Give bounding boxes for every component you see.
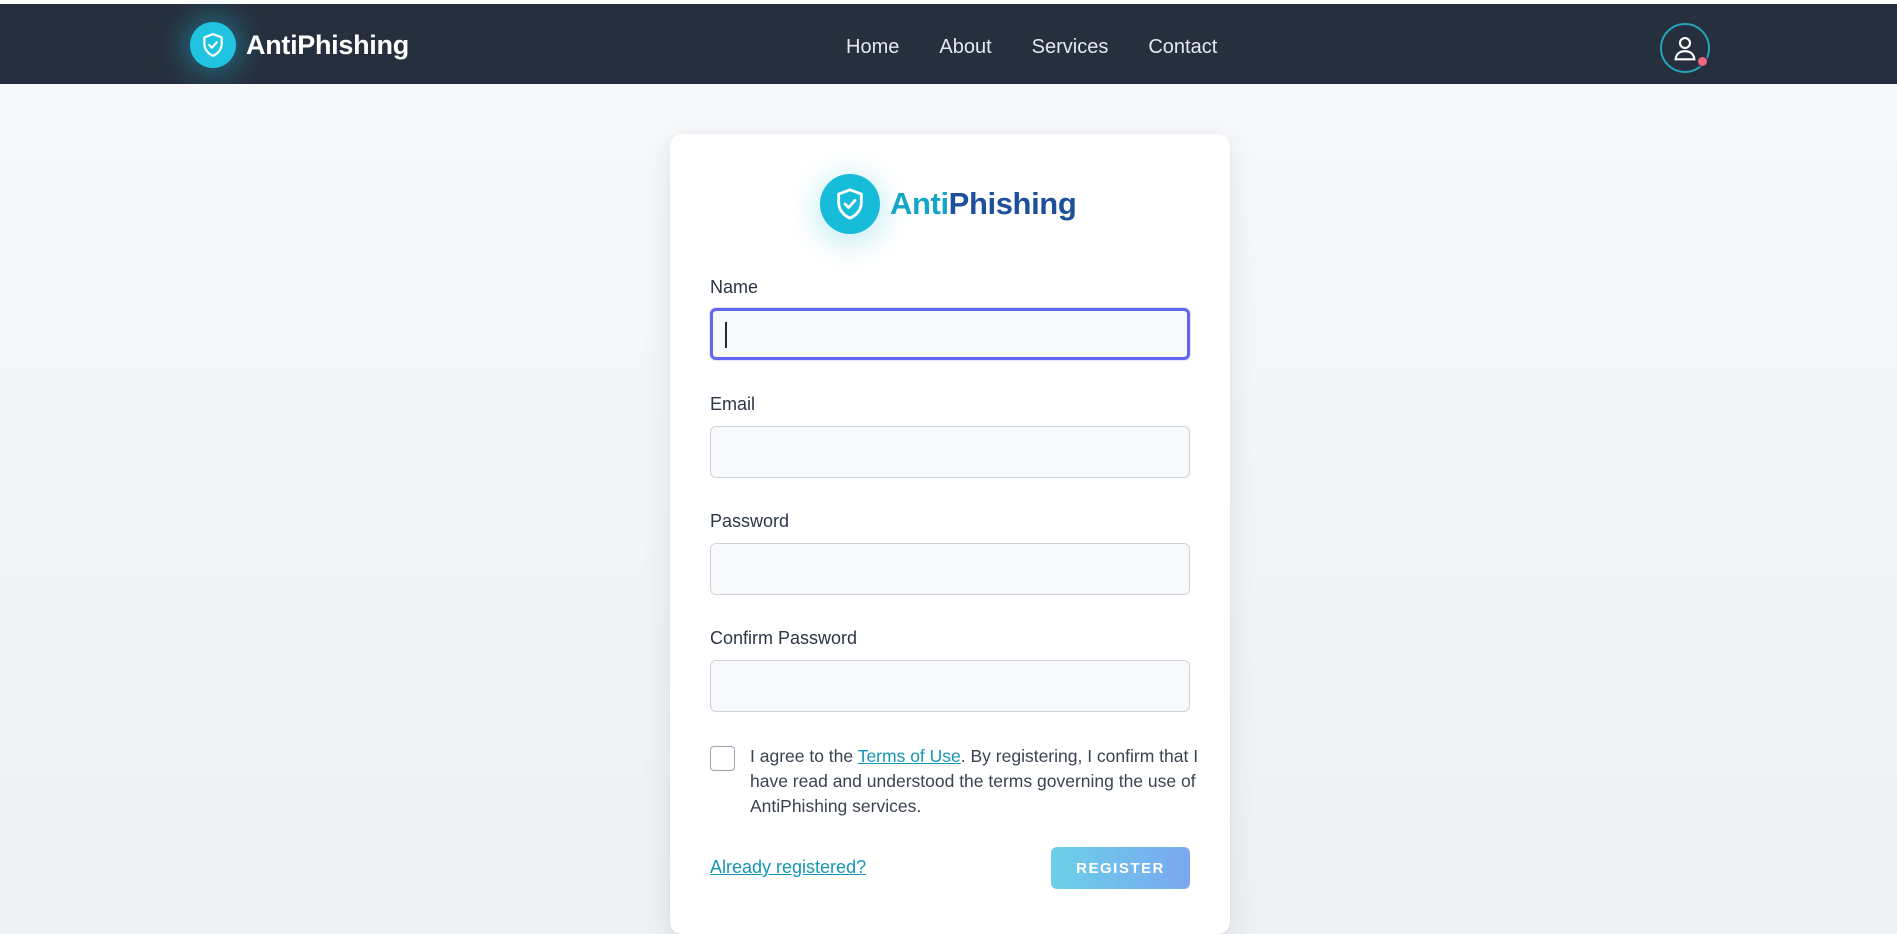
brand-name: AntiPhishing — [246, 29, 409, 60]
password-label: Password — [710, 511, 790, 531]
nav-services[interactable]: Services — [1032, 36, 1109, 59]
shield-check-icon — [190, 22, 236, 68]
nav-contact[interactable]: Contact — [1148, 36, 1217, 59]
email-label: Email — [710, 394, 756, 414]
email-input[interactable] — [710, 426, 1190, 478]
main-nav: Home About Services Contact — [846, 36, 1257, 59]
confirm-password-input[interactable] — [710, 660, 1190, 712]
nav-home[interactable]: Home — [846, 36, 899, 59]
terms-checkbox[interactable] — [710, 746, 735, 771]
terms-agreement-text: I agree to the Terms of Use. By register… — [750, 746, 1199, 816]
register-card: AntiPhishing Name Email Password Confirm… — [670, 134, 1230, 934]
shield-check-icon — [820, 174, 880, 234]
register-button[interactable]: REGISTER — [1051, 847, 1190, 889]
password-input[interactable] — [710, 543, 1190, 595]
name-input[interactable] — [710, 308, 1190, 360]
terms-of-use-link[interactable]: Terms of Use — [858, 746, 961, 766]
nav-about[interactable]: About — [939, 36, 991, 59]
confirm-password-label: Confirm Password — [710, 628, 858, 648]
text-caret — [725, 322, 727, 348]
navbar-brand[interactable]: AntiPhishing — [190, 22, 409, 68]
navbar: AntiPhishing Home About Services Contact — [0, 4, 1897, 84]
already-registered-link[interactable]: Already registered? — [710, 857, 866, 878]
card-brand-name: AntiPhishing — [890, 186, 1077, 221]
name-label: Name — [710, 277, 759, 297]
user-menu-button[interactable] — [1660, 23, 1710, 73]
notification-dot — [1697, 56, 1708, 67]
card-brand: AntiPhishing — [820, 174, 1077, 234]
user-icon — [1674, 36, 1696, 61]
